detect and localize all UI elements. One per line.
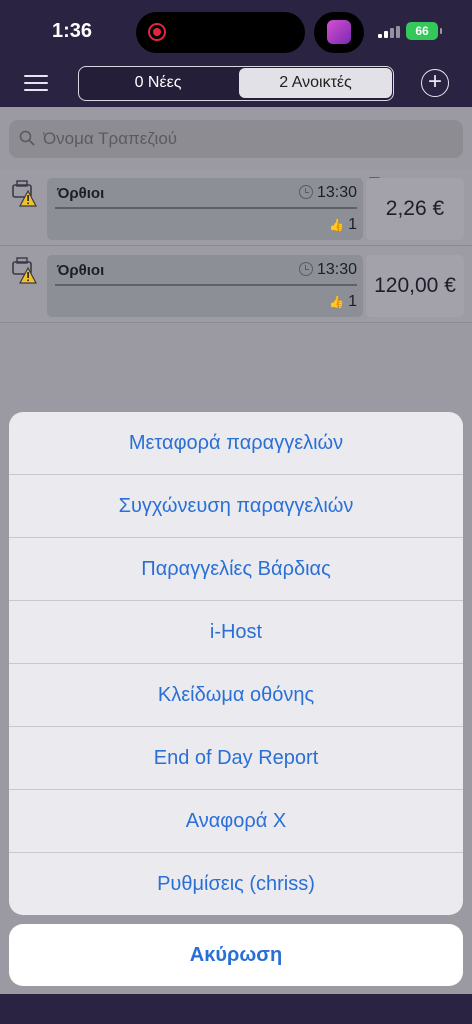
search-bar xyxy=(9,120,463,158)
tab-new-orders[interactable]: 0 Νέες xyxy=(79,67,237,99)
bottom-bar xyxy=(0,994,472,1024)
action-shift-orders[interactable]: Παραγγελίες Βάρδιας xyxy=(9,538,463,601)
order-item-count: 👍 1 xyxy=(329,293,357,310)
action-sheet: Μεταφορά παραγγελιών Συγχώνευση παραγγελ… xyxy=(9,412,463,915)
order-price[interactable]: 120,00 € xyxy=(366,255,464,317)
order-time: 13:30 xyxy=(298,261,357,279)
search-icon xyxy=(19,130,35,146)
order-item-count: 👍 1 xyxy=(329,216,357,233)
thumbs-up-icon: 👍 xyxy=(329,295,345,309)
action-x-report[interactable]: Αναφορά Χ xyxy=(9,790,463,853)
action-settings[interactable]: Ρυθμίσεις (chriss) xyxy=(9,853,463,915)
action-transfer-orders[interactable]: Μεταφορά παραγγελιών xyxy=(9,412,463,475)
recording-icon xyxy=(148,23,166,41)
printer-warning-icon xyxy=(12,180,37,207)
clock-icon xyxy=(298,185,313,199)
order-table-name: Όρθιοι xyxy=(57,262,105,279)
table-name-search-input[interactable] xyxy=(43,120,443,158)
cellular-signal-icon xyxy=(378,26,400,38)
ticket-divider xyxy=(55,284,357,286)
top-bar: 1:36 66 0 Νέες 2 Ανοικτές + xyxy=(0,0,472,107)
add-order-button[interactable]: + xyxy=(421,69,449,97)
action-lock-screen[interactable]: Κλείδωμα οθόνης xyxy=(9,664,463,727)
order-time: 13:30 xyxy=(298,184,357,202)
printer-warning-icon xyxy=(12,257,37,284)
orders-segmented-control: 0 Νέες 2 Ανοικτές xyxy=(78,66,394,101)
order-row[interactable]: Όρθιοι 13:30 👍 1 120,00 € xyxy=(0,247,472,323)
app-activity-pill xyxy=(314,12,364,53)
status-time: 1:36 xyxy=(52,20,93,42)
action-end-of-day-report[interactable]: End of Day Report xyxy=(9,727,463,790)
order-table-name: Όρθιοι xyxy=(57,185,105,202)
plus-icon: + xyxy=(427,68,442,95)
order-ticket[interactable]: Όρθιοι 13:30 👍 1 xyxy=(47,255,363,317)
tab-open-orders[interactable]: 2 Ανοικτές xyxy=(239,68,392,98)
order-ticket[interactable]: Όρθιοι 13:30 👍 1 xyxy=(47,178,363,240)
app-thumbnail-icon xyxy=(327,20,351,44)
hamburger-menu-icon[interactable] xyxy=(24,72,48,92)
clock-icon xyxy=(298,262,313,276)
action-merge-orders[interactable]: Συγχώνευση παραγγελιών xyxy=(9,475,463,538)
order-row[interactable]: Όρθιοι 13:30 👍 1 2,26 € xyxy=(0,170,472,246)
thumbs-up-icon: 👍 xyxy=(329,218,345,232)
ticket-divider xyxy=(55,207,357,209)
order-price[interactable]: 2,26 € xyxy=(366,178,464,240)
battery-indicator: 66 xyxy=(406,22,442,40)
cancel-button[interactable]: Ακύρωση xyxy=(9,924,463,986)
dynamic-island xyxy=(136,12,305,53)
action-i-host[interactable]: i-Host xyxy=(9,601,463,664)
